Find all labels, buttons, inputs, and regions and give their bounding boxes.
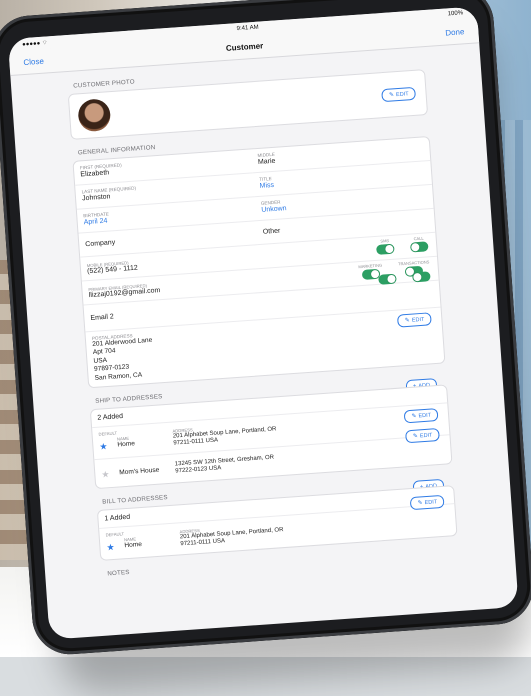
tablet-screen: ●●●●● ⌔ 9:41 AM 100% Close Customer Done… <box>7 6 519 640</box>
call-toggle[interactable] <box>409 241 429 253</box>
carrier-signal: ●●●●● ⌔ <box>22 40 48 49</box>
pencil-icon: ✎ <box>412 433 419 440</box>
email-2-toggles <box>378 271 431 285</box>
customer-avatar[interactable] <box>77 98 112 133</box>
default-star-icon[interactable]: ★ <box>106 542 115 553</box>
sms-label: SMS <box>380 238 390 244</box>
pencil-icon: ✎ <box>404 317 411 325</box>
pencil-icon: ✎ <box>411 413 417 420</box>
default-star-icon[interactable]: ★ <box>99 441 108 452</box>
default-star-icon[interactable]: ★ <box>101 469 110 480</box>
battery-indicator: 100% <box>447 10 464 18</box>
phone-toggles: SMS CALL <box>376 235 429 255</box>
general-information-card: FIRST (REQUIRED) Elizabeth MIDDLE Marie … <box>72 135 446 389</box>
marketing-label: MARKETING <box>358 262 383 270</box>
call-label: CALL <box>413 235 424 242</box>
sms-toggle[interactable] <box>376 243 395 255</box>
close-button[interactable]: Close <box>23 56 44 66</box>
done-button[interactable]: Done <box>445 27 465 37</box>
edit-photo-button[interactable]: ✎ EDIT <box>381 86 417 103</box>
tablet-device: ●●●●● ⌔ 9:41 AM 100% Close Customer Done… <box>0 0 531 657</box>
edit-ship-address-button[interactable]: ✎ EDIT <box>404 408 439 424</box>
page-title: Customer <box>225 40 264 53</box>
edit-ship-address-button[interactable]: ✎ EDIT <box>405 428 440 444</box>
edit-bill-address-button[interactable]: ✎ EDIT <box>410 494 445 511</box>
customer-form: CUSTOMER PHOTO ✎ EDIT GENERAL INFORMATIO… <box>66 48 462 636</box>
status-time: 9:41 AM <box>236 24 259 33</box>
email-2-transactions-toggle[interactable] <box>412 271 431 283</box>
email-2-marketing-toggle[interactable] <box>378 273 397 285</box>
pencil-icon: ✎ <box>388 92 395 99</box>
pencil-icon: ✎ <box>417 500 423 507</box>
edit-postal-address-button[interactable]: ✎ EDIT <box>397 312 432 328</box>
